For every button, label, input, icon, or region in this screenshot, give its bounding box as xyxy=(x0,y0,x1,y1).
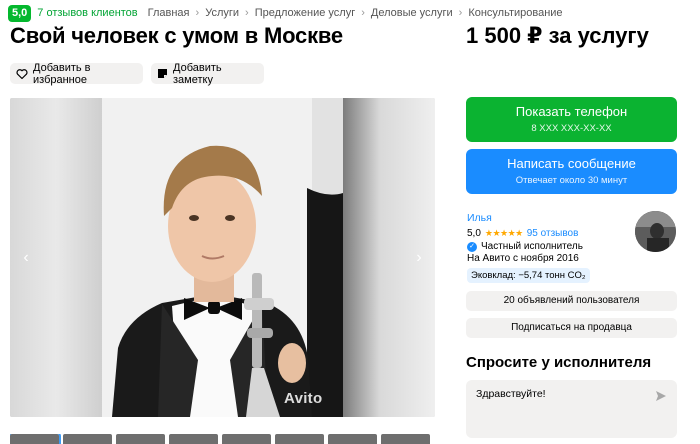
star-rating-icon: ★★★★★ xyxy=(484,228,523,238)
breadcrumb-separator: › xyxy=(361,7,365,19)
heart-icon xyxy=(16,68,28,80)
photo-gallery[interactable]: ‹ › Avito xyxy=(10,98,435,417)
add-to-favorites-label: Добавить в избранное xyxy=(33,61,91,86)
client-reviews-link[interactable]: 7 отзывов клиентов xyxy=(37,7,137,19)
rating-badge: 5,0 xyxy=(8,4,32,22)
send-message-button[interactable]: Написать сообщение Отвечает около 30 мин… xyxy=(466,149,677,194)
avatar-image xyxy=(635,211,676,252)
add-to-favorites-button[interactable]: Добавить в избранное xyxy=(10,61,143,86)
page-title: Свой человек с умом в Москве xyxy=(10,23,343,48)
seller-since: На Авито с ноября 2016 xyxy=(467,253,579,264)
seller-type-label: Частный исполнитель xyxy=(481,241,583,252)
seller-avatar[interactable] xyxy=(635,211,676,252)
seller-ads-button[interactable]: 20 объявлений пользователя xyxy=(466,291,677,311)
thumbnail[interactable] xyxy=(116,434,165,444)
listing-photo-image xyxy=(102,98,343,417)
seller-rating: 5,0 ★★★★★ 95 отзывов xyxy=(467,228,578,239)
response-time: Отвечает около 30 минут xyxy=(515,175,628,186)
seller-type: ✓ Частный исполнитель xyxy=(467,241,583,252)
breadcrumb-business-services[interactable]: Деловые услуги xyxy=(371,7,453,19)
send-message-label: Написать сообщение xyxy=(507,156,636,171)
thumbnail[interactable] xyxy=(222,434,271,444)
thumbnail-strip xyxy=(10,434,435,444)
thumbnail[interactable] xyxy=(275,434,324,444)
seller-rating-value: 5,0 xyxy=(467,228,481,239)
breadcrumb: Главная › Услуги › Предложение услуг › Д… xyxy=(148,7,563,19)
add-note-button[interactable]: Добавить заметку xyxy=(151,61,264,86)
breadcrumb-separator: › xyxy=(458,7,463,19)
gallery-prev-button[interactable]: ‹ xyxy=(16,248,36,268)
masked-phone: 8 XXX XXX-XX-XX xyxy=(531,123,612,134)
add-note-label: Добавить заметку xyxy=(173,61,222,86)
gallery-next-button[interactable]: › xyxy=(409,248,429,268)
top-line: 5,0 7 отзывов клиентов Главная › Услуги … xyxy=(8,4,563,22)
thumbnail[interactable] xyxy=(381,434,430,444)
breadcrumb-services[interactable]: Услуги xyxy=(205,7,239,19)
send-icon[interactable] xyxy=(655,390,667,402)
eco-contribution-badge[interactable]: Эковклад: −5,74 тонн CO₂ xyxy=(467,268,590,283)
seller-reviews-link[interactable]: 95 отзывов xyxy=(527,228,579,239)
listing-photo[interactable] xyxy=(102,98,343,417)
breadcrumb-separator: › xyxy=(195,7,200,19)
breadcrumb-consulting[interactable]: Консультирование xyxy=(468,7,562,19)
thumbnail[interactable] xyxy=(63,434,112,444)
breadcrumb-service-offers[interactable]: Предложение услуг xyxy=(255,7,356,19)
seller-name-link[interactable]: Илья xyxy=(467,212,492,224)
ask-message-field[interactable]: Здравствуйте! xyxy=(466,380,677,438)
thumbnail[interactable] xyxy=(169,434,218,444)
thumbnail[interactable] xyxy=(10,434,61,444)
avito-watermark: Avito xyxy=(284,390,323,407)
subscribe-seller-button[interactable]: Подписаться на продавца xyxy=(466,318,677,338)
breadcrumb-home[interactable]: Главная xyxy=(148,7,190,19)
show-phone-label: Показать телефон xyxy=(515,104,628,119)
breadcrumb-separator: › xyxy=(245,7,249,19)
thumbnail[interactable] xyxy=(328,434,377,444)
verified-check-icon: ✓ xyxy=(467,241,477,252)
note-icon xyxy=(157,68,168,80)
ask-seller-title: Спросите у исполнителя xyxy=(466,354,652,371)
price: 1 500 ₽ за услугу xyxy=(466,23,649,48)
show-phone-button[interactable]: Показать телефон 8 XXX XXX-XX-XX xyxy=(466,97,677,142)
ask-message-text: Здравствуйте! xyxy=(476,388,546,400)
